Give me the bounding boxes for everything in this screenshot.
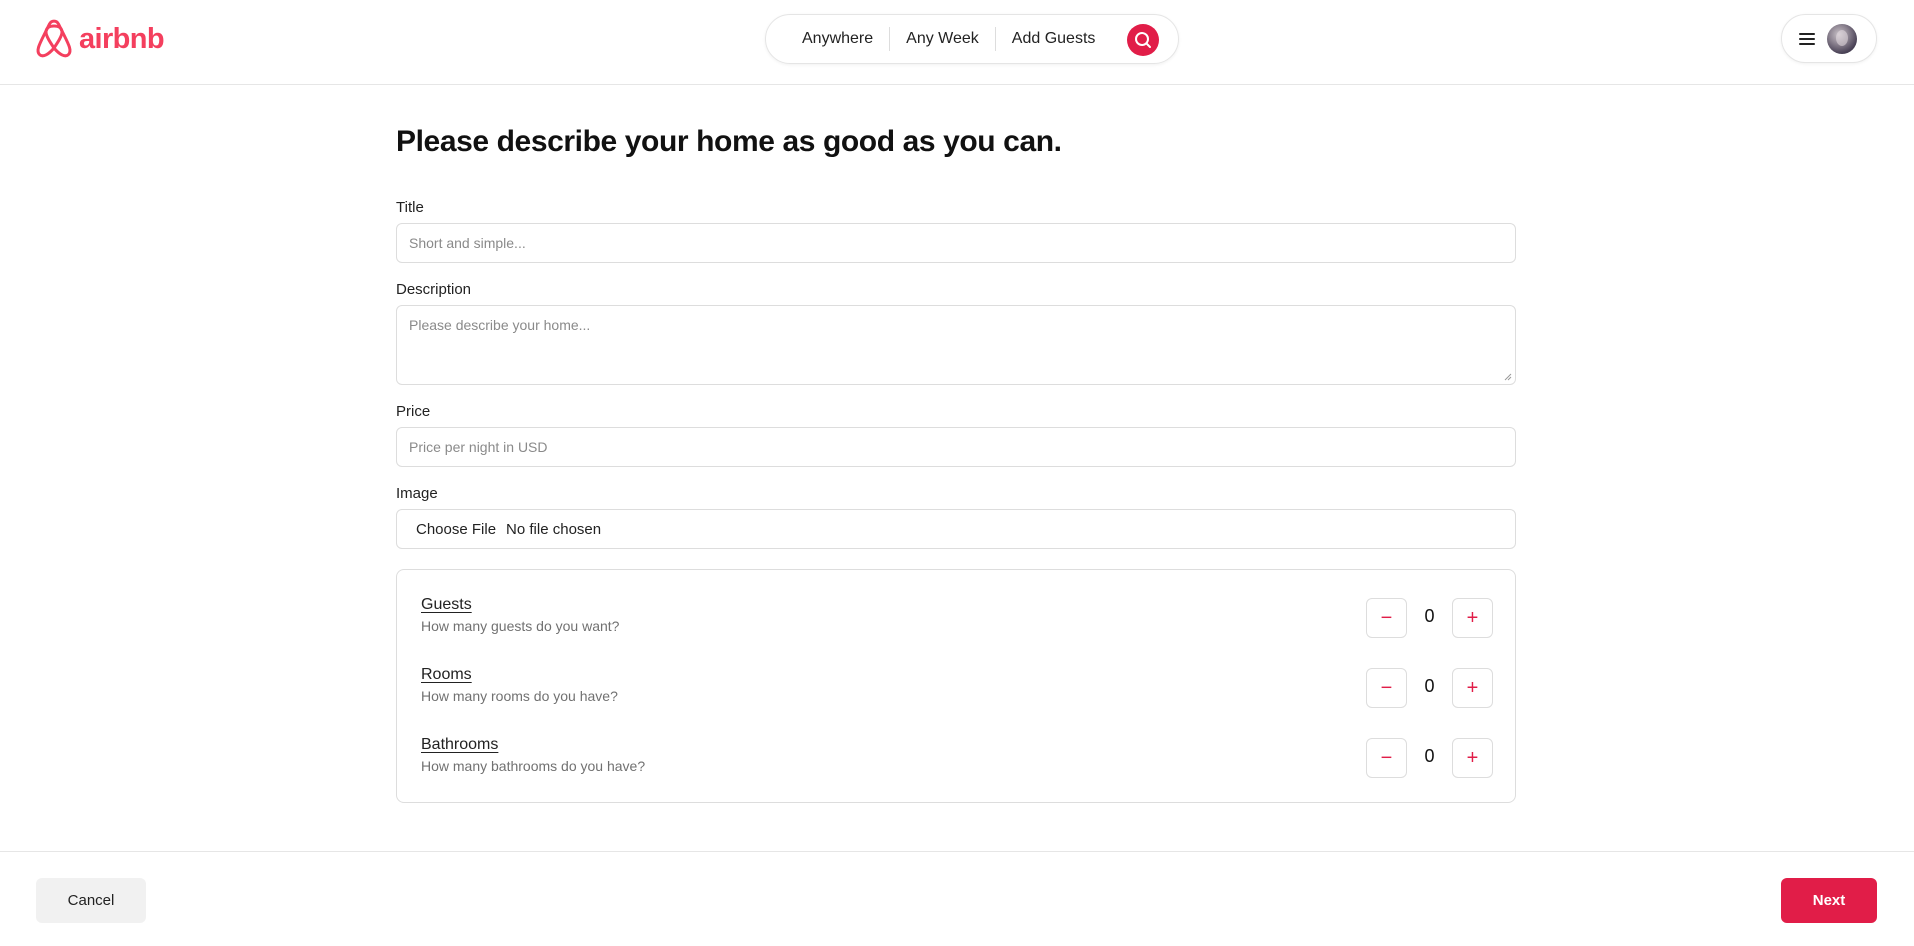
bathrooms-count: 0	[1424, 746, 1435, 766]
image-file-input[interactable]: Choose File No file chosen	[396, 509, 1516, 549]
airbnb-logo-icon	[36, 19, 72, 58]
search-button[interactable]	[1127, 24, 1159, 56]
cancel-button[interactable]: Cancel	[36, 878, 146, 923]
dates-button[interactable]: Any Week	[890, 30, 995, 48]
decrement-guests-button[interactable]: −	[1366, 598, 1407, 638]
description-placeholder: Please describe your home...	[409, 317, 591, 333]
price-label: Price	[396, 403, 431, 420]
price-input[interactable]: Price per night in USD	[396, 427, 1516, 467]
counter-subtitle: How many bathrooms do you have?	[421, 758, 646, 774]
guests-count: 0	[1424, 606, 1435, 626]
resize-handle-icon[interactable]	[1504, 373, 1512, 381]
decrement-rooms-button[interactable]: −	[1366, 668, 1407, 708]
avatar	[1827, 23, 1857, 54]
increment-bathrooms-button[interactable]: +	[1452, 738, 1493, 778]
brand-name: airbnb	[79, 22, 165, 55]
location-button[interactable]: Anywhere	[802, 30, 889, 48]
increment-rooms-button[interactable]: +	[1452, 668, 1493, 708]
footer-divider	[0, 851, 1914, 852]
search-bar[interactable]: Anywhere Any Week Add Guests	[765, 14, 1179, 64]
image-label: Image	[396, 485, 438, 502]
title-input[interactable]: Short and simple...	[396, 223, 1516, 263]
file-status: No file chosen	[506, 520, 602, 538]
counter-title: Bathrooms	[421, 736, 499, 753]
counter-subtitle: How many guests do you want?	[421, 618, 620, 634]
guests-button[interactable]: Add Guests	[996, 30, 1112, 48]
next-button[interactable]: Next	[1781, 878, 1877, 923]
page-title: Please describe your home as good as you…	[396, 125, 1062, 158]
title-label: Title	[396, 199, 424, 216]
bathrooms-counter: Bathrooms How many bathrooms do you have…	[421, 736, 1493, 780]
price-placeholder: Price per night in USD	[409, 439, 548, 455]
counter-title: Guests	[421, 596, 472, 613]
choose-file-button[interactable]: Choose File	[416, 521, 496, 538]
rooms-counter: Rooms How many rooms do you have? − 0 +	[421, 666, 1493, 710]
counter-title: Rooms	[421, 666, 472, 683]
search-icon	[1135, 32, 1151, 48]
description-label: Description	[396, 281, 472, 298]
decrement-bathrooms-button[interactable]: −	[1366, 738, 1407, 778]
description-textarea[interactable]: Please describe your home...	[396, 305, 1516, 385]
counter-subtitle: How many rooms do you have?	[421, 688, 618, 704]
airbnb-logo[interactable]: airbnb	[35, 18, 165, 60]
title-placeholder: Short and simple...	[409, 235, 526, 251]
counter-card: Guests How many guests do you want? − 0 …	[396, 569, 1516, 803]
increment-guests-button[interactable]: +	[1452, 598, 1493, 638]
rooms-count: 0	[1424, 676, 1435, 696]
guests-counter: Guests How many guests do you want? − 0 …	[421, 596, 1493, 640]
top-navbar: airbnb Anywhere Any Week Add Guests	[0, 0, 1914, 85]
hamburger-menu-icon	[1799, 32, 1815, 45]
user-menu-button[interactable]	[1781, 14, 1877, 63]
